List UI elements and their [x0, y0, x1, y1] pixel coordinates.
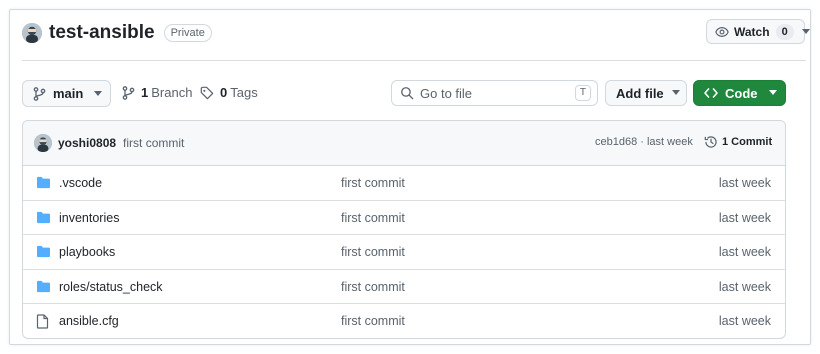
file-commit-message[interactable]: first commit	[341, 211, 405, 225]
file-row[interactable]: .vscode first commit last week	[23, 166, 785, 201]
git-branch-icon	[33, 86, 46, 101]
file-name[interactable]: roles/status_check	[59, 280, 163, 294]
keyboard-shortcut-hint: T	[574, 85, 591, 101]
branch-label: Branch	[151, 85, 193, 100]
file-commit-time: last week	[718, 210, 771, 225]
file-commit-time: last week	[718, 279, 771, 294]
watch-count: 0	[775, 23, 794, 40]
file-name[interactable]: inventories	[59, 211, 119, 225]
file-name[interactable]: ansible.cfg	[59, 314, 119, 328]
go-to-file-search[interactable]: T	[391, 80, 598, 106]
file-row[interactable]: playbooks first commit last week	[23, 235, 785, 270]
commit-count-label: 1 Commit	[722, 136, 773, 148]
visibility-badge: Private	[163, 24, 212, 42]
watch-button[interactable]: Watch 0	[706, 19, 810, 44]
repo-header: test-ansible Private	[22, 20, 806, 46]
commit-message[interactable]: first commit	[123, 136, 184, 150]
git-branch-icon	[122, 85, 135, 100]
add-file-label: Add file	[616, 85, 664, 101]
repo-name[interactable]: test-ansible	[49, 22, 155, 44]
file-commit-time: last week	[718, 176, 771, 190]
code-icon	[704, 87, 718, 99]
file-commit-message[interactable]: first commit	[341, 245, 405, 259]
chevron-down-icon	[768, 90, 777, 96]
folder-icon	[36, 176, 51, 189]
code-button[interactable]: Code	[693, 80, 786, 106]
tags-link[interactable]: 0 Tags	[200, 85, 258, 100]
tag-label: Tags	[230, 85, 258, 100]
chevron-down-icon	[94, 90, 103, 97]
file-commit-message[interactable]: first commit	[341, 280, 405, 294]
owner-avatar[interactable]	[22, 23, 42, 43]
file-icon	[36, 314, 49, 329]
folder-icon	[36, 280, 51, 293]
header-divider	[22, 60, 806, 61]
eye-icon	[715, 25, 729, 39]
file-commit-message[interactable]: first commit	[341, 314, 405, 328]
file-table: yoshi0808 first commit ceb1d68 · last we…	[22, 120, 786, 339]
file-row[interactable]: roles/status_check first commit last week	[23, 270, 785, 305]
chevron-down-icon	[801, 28, 810, 35]
commit-author[interactable]: yoshi0808	[58, 136, 116, 150]
folder-icon	[36, 245, 51, 258]
file-row[interactable]: ansible.cfg first commit last week	[23, 304, 785, 338]
file-commit-time: last week	[718, 314, 771, 329]
history-icon	[704, 135, 718, 149]
search-icon	[400, 86, 414, 100]
file-name[interactable]: .vscode	[59, 176, 102, 190]
file-name[interactable]: playbooks	[59, 245, 115, 259]
watch-label: Watch	[734, 24, 770, 39]
latest-commit-bar: yoshi0808 first commit ceb1d68 · last we…	[23, 121, 785, 166]
commit-hash-time[interactable]: ceb1d68 · last week	[595, 136, 693, 148]
add-file-button[interactable]: Add file	[605, 80, 687, 106]
chevron-down-icon	[671, 90, 680, 96]
file-commit-message[interactable]: first commit	[341, 176, 405, 190]
tag-count: 0	[220, 85, 228, 100]
avatar[interactable]	[34, 134, 52, 152]
file-commit-time: last week	[718, 245, 771, 260]
file-row[interactable]: inventories first commit last week	[23, 201, 785, 236]
folder-icon	[36, 211, 51, 224]
branch-count: 1	[141, 85, 149, 100]
branches-link[interactable]: 1 Branch	[122, 85, 192, 100]
tag-icon	[200, 86, 214, 100]
code-label: Code	[725, 85, 758, 101]
search-input[interactable]	[420, 85, 560, 101]
branch-name: main	[53, 86, 84, 101]
branch-selector[interactable]: main	[22, 80, 111, 107]
commit-history-link[interactable]: 1 Commit	[704, 135, 772, 149]
